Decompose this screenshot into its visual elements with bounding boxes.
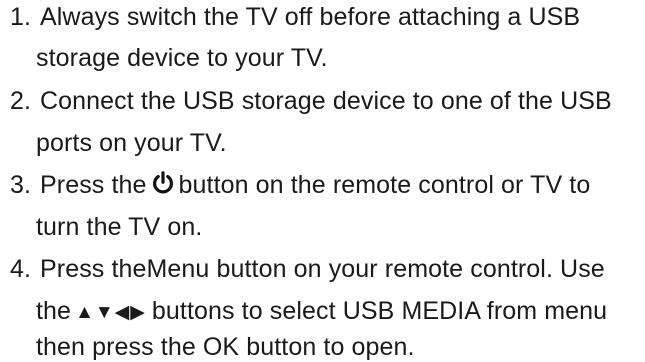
step-3-line-1: 3. Press the button on the remote control …	[10, 170, 590, 200]
step-3-text-after-icon: button on the remote control or TV to	[178, 171, 591, 199]
step-2-line-1: 2. Connect the USB storage device to one …	[10, 86, 612, 116]
step-2-number: 2.	[10, 87, 32, 115]
step-1-number: 1.	[10, 3, 32, 31]
step-3-number: 3.	[10, 171, 32, 199]
step-4-number: 4.	[10, 255, 32, 283]
step-1-text: Always switch the TV off before attachin…	[40, 3, 581, 31]
step-2-line-2: ports on your TV.	[36, 129, 227, 157]
step-4-text: Press theMenu button on your remote cont…	[40, 255, 605, 283]
step-1-line-1: 1. Always switch the TV off before attach…	[10, 2, 580, 32]
direction-arrows-icon: ▲▼◀▶	[75, 302, 146, 323]
step-4-text-after-arrows: buttons to select USB MEDIA from menu	[151, 297, 608, 325]
step-4-line-2: the ▲▼◀▶ buttons to select USB MEDIA from …	[36, 296, 607, 328]
step-1-line-2: storage device to your TV.	[36, 44, 328, 72]
power-icon	[151, 171, 175, 195]
step-3-line-2: turn the TV on.	[36, 213, 203, 241]
step-4-text-before-arrows: the	[36, 297, 72, 325]
step-3-text-before-icon: Press the	[40, 171, 147, 199]
step-2-text: Connect the USB storage device to one of…	[40, 87, 612, 115]
usb-instructions-list: 1. Always switch the TV off before attach…	[0, 0, 645, 361]
step-4-line-1: 4. Press theMenu button on your remote co…	[10, 254, 605, 284]
